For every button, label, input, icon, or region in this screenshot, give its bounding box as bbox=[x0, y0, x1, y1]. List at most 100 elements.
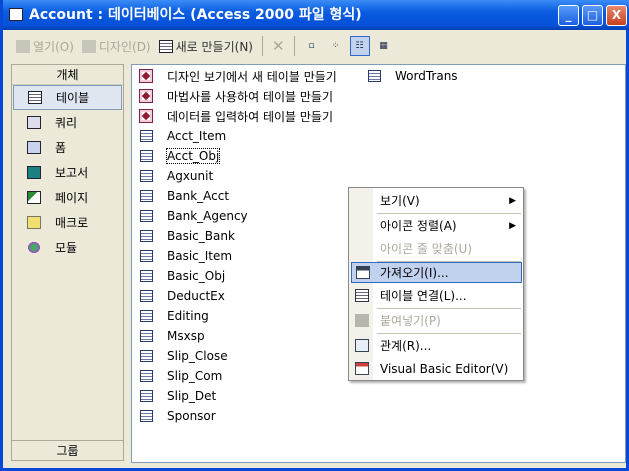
table-item[interactable]: Sponsor bbox=[132, 407, 216, 425]
table-icon bbox=[140, 270, 153, 282]
item-label: Msxsp bbox=[167, 329, 205, 343]
menu-separator bbox=[377, 308, 521, 309]
context-menu: 보기(V) ▶ 아이콘 정렬(A) ▶ 아이콘 줄 맞춤(U) 가져오기(I)...… bbox=[348, 187, 524, 381]
objects-item-tables[interactable]: 테이블 bbox=[13, 85, 122, 110]
menu-item-label: 아이콘 줄 맞춤(U) bbox=[380, 242, 473, 256]
table-item[interactable]: WordTrans bbox=[360, 67, 458, 85]
menu-item-label: 붙여넣기(P) bbox=[380, 314, 441, 328]
menu-item-import[interactable]: 가져오기(I)... bbox=[351, 262, 522, 283]
table-item[interactable]: Slip_Close bbox=[132, 347, 228, 365]
details-icon: ▦ bbox=[379, 41, 388, 51]
table-item[interactable]: Agxunit bbox=[132, 167, 213, 185]
table-icon bbox=[140, 350, 153, 362]
table-icon bbox=[140, 210, 153, 222]
menu-item-link-tables[interactable]: 테이블 연결(L)... bbox=[351, 285, 522, 306]
table-icon bbox=[368, 70, 381, 82]
details-view-button[interactable]: ▦ bbox=[374, 36, 394, 56]
table-item[interactable]: DeductEx bbox=[132, 287, 225, 305]
minimize-button[interactable]: _ bbox=[558, 5, 579, 26]
item-label: Slip_Det bbox=[167, 389, 217, 403]
objects-item-queries[interactable]: 쿼리 bbox=[13, 110, 122, 135]
table-item[interactable]: Bank_Acct bbox=[132, 187, 229, 205]
open-button[interactable]: 열기(O) bbox=[14, 36, 76, 57]
item-label: 마법사를 사용하여 테이블 만들기 bbox=[167, 89, 334, 104]
small-icons-button[interactable]: ⁘ bbox=[326, 36, 346, 56]
table-item[interactable]: Basic_Bank bbox=[132, 227, 235, 245]
objects-item-label: 매크로 bbox=[55, 216, 89, 230]
table-item[interactable]: Bank_Agency bbox=[132, 207, 248, 225]
item-label: Basic_Bank bbox=[167, 229, 235, 243]
item-label: Basic_Obj bbox=[167, 269, 226, 283]
groups-header[interactable]: 그룹 bbox=[12, 440, 123, 460]
item-label: 데이터를 입력하여 테이블 만들기 bbox=[167, 109, 334, 124]
menu-item-label: 아이콘 정렬(A) bbox=[380, 219, 457, 233]
menu-separator bbox=[377, 333, 521, 334]
table-item[interactable]: Msxsp bbox=[132, 327, 205, 345]
table-item[interactable]: Acct_Obj bbox=[132, 147, 221, 165]
table-icon bbox=[140, 190, 153, 202]
objects-item-forms[interactable]: 폼 bbox=[13, 135, 122, 160]
design-button[interactable]: 디자인(D) bbox=[80, 36, 153, 57]
small-icons-icon: ⁘ bbox=[331, 41, 340, 51]
menu-item-view[interactable]: 보기(V) ▶ bbox=[351, 190, 522, 211]
menu-item-label: 관계(R)... bbox=[380, 339, 432, 353]
create-table-shortcut[interactable]: 데이터를 입력하여 테이블 만들기 bbox=[132, 107, 333, 125]
table-icon bbox=[140, 170, 153, 182]
create-table-shortcut[interactable]: 마법사를 사용하여 테이블 만들기 bbox=[132, 87, 333, 105]
table-icon bbox=[140, 310, 153, 322]
item-label: Acct_Item bbox=[167, 129, 227, 143]
item-label: Sponsor bbox=[167, 409, 216, 423]
table-item[interactable]: Slip_Det bbox=[132, 387, 216, 405]
relationships-icon bbox=[355, 339, 369, 352]
objects-item-reports[interactable]: 보고서 bbox=[13, 160, 122, 185]
menu-item-line-up-icons[interactable]: 아이콘 줄 맞춤(U) bbox=[351, 238, 522, 259]
submenu-arrow-icon: ▶ bbox=[509, 220, 516, 231]
page-icon bbox=[27, 191, 41, 204]
objects-item-pages[interactable]: 페이지 bbox=[13, 185, 122, 210]
table-icon bbox=[140, 130, 153, 142]
form-icon bbox=[27, 141, 41, 154]
objects-item-label: 테이블 bbox=[56, 91, 90, 105]
table-item[interactable]: Basic_Obj bbox=[132, 267, 225, 285]
table-item[interactable]: Basic_Item bbox=[132, 247, 232, 265]
menu-item-label: 보기(V) bbox=[380, 194, 420, 208]
open-icon bbox=[16, 39, 30, 53]
menu-separator bbox=[377, 213, 521, 214]
close-button[interactable]: X bbox=[606, 5, 627, 26]
menu-item-paste[interactable]: 붙여넣기(P) bbox=[351, 310, 522, 331]
toolbar-separator bbox=[261, 36, 263, 56]
table-icon bbox=[140, 330, 153, 342]
table-item[interactable]: Editing bbox=[132, 307, 209, 325]
macro-icon bbox=[27, 216, 41, 229]
title-bar[interactable]: Account : 데이터베이스 (Access 2000 파일 형식) _ □… bbox=[3, 0, 629, 30]
table-item[interactable]: Slip_Com bbox=[132, 367, 222, 385]
menu-item-relationships[interactable]: 관계(R)... bbox=[351, 335, 522, 356]
menu-item-visual-basic-editor[interactable]: Visual Basic Editor(V) bbox=[351, 358, 522, 379]
table-item[interactable]: Acct_Item bbox=[132, 127, 226, 145]
item-label: WordTrans bbox=[395, 69, 458, 83]
large-icons-button[interactable]: ▫ bbox=[302, 36, 322, 56]
objects-item-label: 페이지 bbox=[55, 191, 89, 205]
menu-item-arrange-icons[interactable]: 아이콘 정렬(A) ▶ bbox=[351, 215, 522, 236]
list-view-button[interactable]: ☷ bbox=[349, 36, 370, 56]
delete-button[interactable]: ✕ bbox=[270, 35, 287, 57]
new-label: 새로 만들기(N) bbox=[175, 39, 253, 54]
new-button[interactable]: 새로 만들기(N) bbox=[157, 36, 255, 57]
design-icon bbox=[81, 39, 96, 53]
table-icon bbox=[140, 390, 153, 402]
objects-item-label: 쿼리 bbox=[55, 116, 78, 130]
table-icon bbox=[140, 370, 153, 382]
objects-item-modules[interactable]: 모듈 bbox=[13, 235, 122, 260]
create-table-shortcut[interactable]: 디자인 보기에서 새 테이블 만들기 bbox=[132, 67, 337, 85]
table-icon bbox=[140, 230, 153, 242]
paste-icon bbox=[355, 314, 369, 327]
item-label: 디자인 보기에서 새 테이블 만들기 bbox=[167, 69, 337, 84]
objects-item-label: 폼 bbox=[55, 141, 67, 155]
menu-item-label: 테이블 연결(L)... bbox=[380, 289, 467, 303]
objects-item-macros[interactable]: 매크로 bbox=[13, 210, 122, 235]
table-icon bbox=[140, 410, 153, 422]
objects-header[interactable]: 개체 bbox=[12, 65, 123, 85]
maximize-button[interactable]: □ bbox=[582, 5, 603, 26]
design-label: 디자인(D) bbox=[98, 39, 151, 54]
large-icons-icon: ▫ bbox=[308, 41, 315, 51]
